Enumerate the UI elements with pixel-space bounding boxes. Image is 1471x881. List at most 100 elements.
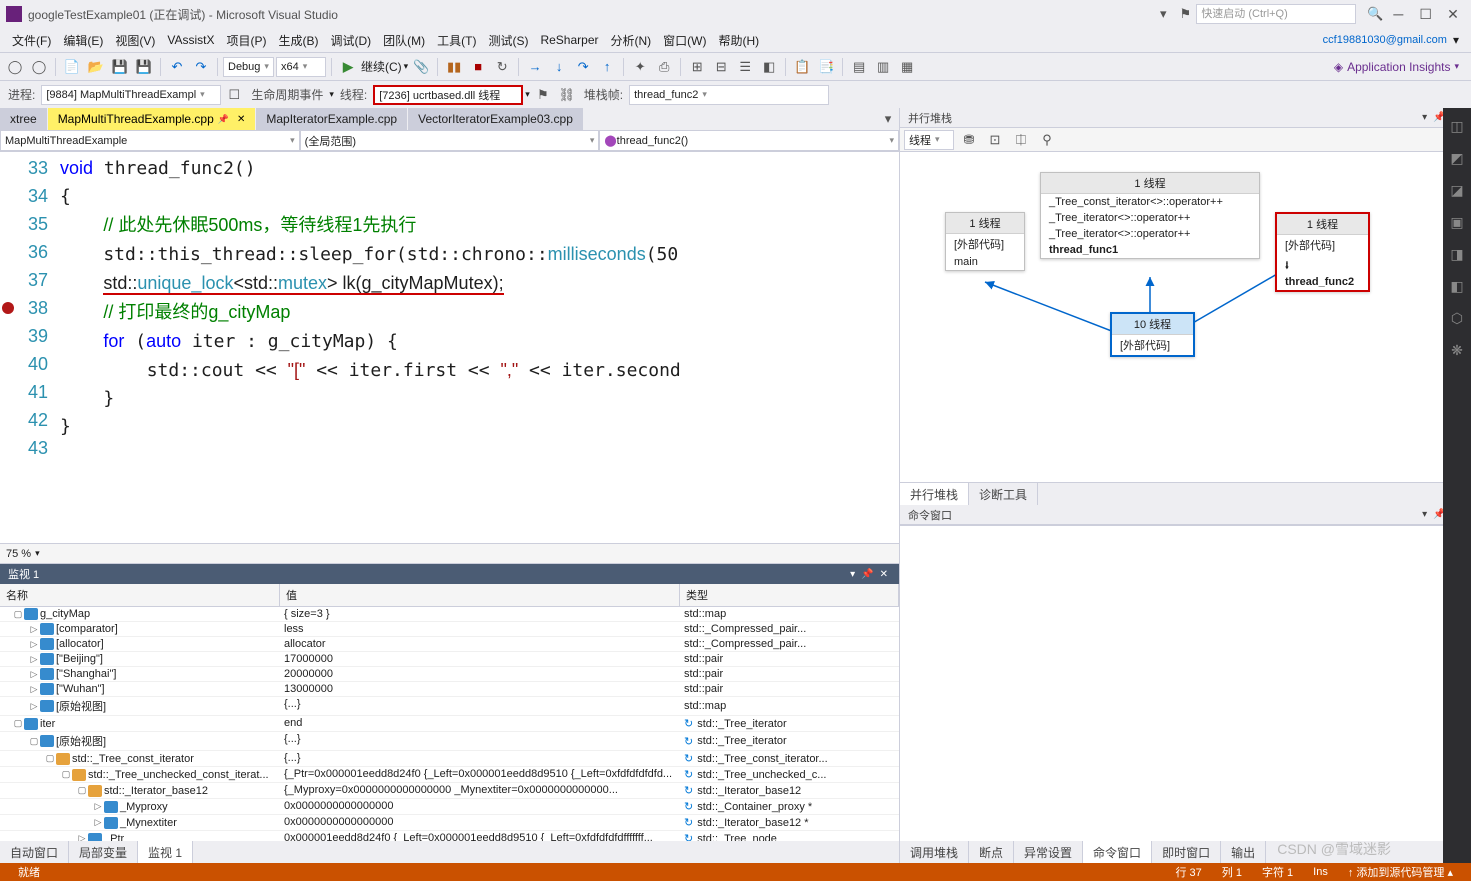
search-icon[interactable]: 🔍 xyxy=(1364,3,1386,25)
watch-row[interactable]: ▷["Beijing"]17000000std::pair xyxy=(0,652,899,667)
tab-watch1[interactable]: 监视 1 xyxy=(138,841,193,863)
menu-build[interactable]: 生成(B) xyxy=(272,30,324,51)
expand-icon[interactable]: ▷ xyxy=(92,801,104,812)
expand-icon[interactable]: ▷ xyxy=(92,817,104,828)
flag-icon[interactable]: ⚑ xyxy=(1174,3,1196,25)
pin-icon[interactable]: 📌 xyxy=(218,114,229,125)
watch-row[interactable]: ▷_Myproxy0x0000000000000000 ↻std::_Conta… xyxy=(0,799,899,815)
minimize-button[interactable]: ─ xyxy=(1386,6,1410,22)
attach-icon[interactable]: 📎 xyxy=(410,56,432,78)
command-window[interactable] xyxy=(900,525,1471,841)
refresh-icon[interactable]: ↻ xyxy=(684,800,693,813)
back-icon[interactable]: ◯ xyxy=(4,56,26,78)
breakpoint-icon[interactable] xyxy=(2,302,14,314)
tb-icon-i[interactable]: ▤ xyxy=(848,56,870,78)
stackframe-combo[interactable]: thread_func2 xyxy=(629,85,829,105)
ps-box-main[interactable]: 1 线程 [外部代码] main xyxy=(945,212,1025,271)
config-combo[interactable]: Debug xyxy=(223,57,274,77)
tb-icon-b[interactable]: ⎙ xyxy=(653,56,675,78)
redo-icon[interactable]: ↷ xyxy=(190,56,212,78)
side-icon-7[interactable]: ⬡ xyxy=(1447,310,1467,330)
user-email[interactable]: ccf19881030@gmail.com xyxy=(1323,34,1447,46)
watch-row[interactable]: ▢[原始视图]{...}↻std::_Tree_iterator xyxy=(0,732,899,751)
panel-dropdown-icon[interactable]: ▾ xyxy=(847,569,858,580)
close-button[interactable]: ✕ xyxy=(1441,6,1465,23)
status-source[interactable]: ↑ 添加到源代码管理 ▴ xyxy=(1338,864,1463,880)
expand-icon[interactable]: ▷ xyxy=(28,624,40,635)
ps-filter-icon[interactable]: ⛃ xyxy=(958,129,980,151)
expand-icon[interactable]: ▢ xyxy=(28,736,40,747)
rtab-parallel[interactable]: 并行堆栈 xyxy=(900,483,969,505)
ps-toggle-b-icon[interactable]: ⚲ xyxy=(1036,129,1058,151)
expand-icon[interactable]: ▷ xyxy=(28,654,40,665)
nav-scope[interactable]: MapMultiThreadExample xyxy=(0,130,300,151)
expand-icon[interactable]: ▢ xyxy=(12,718,24,729)
open-icon[interactable]: 📂 xyxy=(85,56,107,78)
continue-button[interactable]: ▶ xyxy=(337,56,359,78)
tab-mapmultithread[interactable]: MapMultiThreadExample.cpp📌✕ xyxy=(48,108,257,130)
cmd-title-bar[interactable]: 命令窗口 ▾ 📌 ✕ xyxy=(900,505,1471,525)
rtab-diagnostics[interactable]: 诊断工具 xyxy=(969,483,1038,505)
menu-team[interactable]: 团队(M) xyxy=(377,30,431,51)
side-icon-2[interactable]: ◩ xyxy=(1447,150,1467,170)
panel-dropdown-icon[interactable]: ▾ xyxy=(1419,509,1430,520)
pause-icon[interactable]: ▮▮ xyxy=(443,56,465,78)
menu-tools[interactable]: 工具(T) xyxy=(431,30,482,51)
ps-toggle-a-icon[interactable]: ⎅ xyxy=(1010,129,1032,151)
code-editor[interactable]: 3334353637383940414243 void thread_func2… xyxy=(0,152,899,543)
expand-icon[interactable]: ▷ xyxy=(76,833,88,841)
thread-combo[interactable]: [7236] ucrtbased.dll 线程 xyxy=(373,85,523,105)
rbtab-immediate[interactable]: 即时窗口 xyxy=(1152,841,1221,863)
menu-test[interactable]: 测试(S) xyxy=(482,30,534,51)
ps-box-pool[interactable]: 10 线程 [外部代码] xyxy=(1110,312,1195,357)
nav-region[interactable]: (全局范围) xyxy=(300,130,600,151)
restart-icon[interactable]: ↻ xyxy=(491,56,513,78)
step-over-icon[interactable]: ↷ xyxy=(572,56,594,78)
watch-row[interactable]: ▢iterend↻std::_Tree_iterator xyxy=(0,716,899,732)
platform-combo[interactable]: x64 xyxy=(276,57,326,77)
zoom-level[interactable]: 75 % xyxy=(6,548,31,560)
side-icon-8[interactable]: ❋ xyxy=(1447,342,1467,362)
app-insights-button[interactable]: ◈ Application Insights ▾ xyxy=(1334,60,1467,74)
refresh-icon[interactable]: ↻ xyxy=(684,832,693,841)
quick-launch-input[interactable]: 快速启动 (Ctrl+Q) xyxy=(1196,4,1356,24)
flag-filter-icon[interactable]: ⚑ xyxy=(532,84,554,106)
refresh-icon[interactable]: ↻ xyxy=(684,752,693,765)
col-type[interactable]: 类型 xyxy=(680,584,899,606)
tab-vectoriterator[interactable]: VectorIteratorExample03.cpp xyxy=(408,108,584,130)
watch-row[interactable]: ▷_Ptr0x000001eedd8d24f0 {_Left=0x000001e… xyxy=(0,831,899,841)
thread-icon[interactable]: ⛓ xyxy=(556,84,578,106)
refresh-icon[interactable]: ↻ xyxy=(684,784,693,797)
expand-icon[interactable]: ▷ xyxy=(28,639,40,650)
ps-box-thread1[interactable]: 1 线程 _Tree_const_iterator<>::operator++ … xyxy=(1040,172,1260,259)
watch-title-bar[interactable]: 监视 1 ▾ 📌 ✕ xyxy=(0,564,899,584)
tab-mapiterator[interactable]: MapIteratorExample.cpp xyxy=(256,108,408,130)
tab-dropdown-icon[interactable]: ▾ xyxy=(877,108,899,130)
nav-func[interactable]: ⬤ thread_func2() xyxy=(599,130,899,151)
maximize-button[interactable]: ☐ xyxy=(1414,6,1438,23)
side-icon-3[interactable]: ◪ xyxy=(1447,182,1467,202)
expand-icon[interactable]: ▷ xyxy=(28,669,40,680)
rbtab-cmd[interactable]: 命令窗口 xyxy=(1083,841,1152,863)
new-icon[interactable]: 📄 xyxy=(61,56,83,78)
watch-row[interactable]: ▢std::_Tree_const_iterator{...}↻std::_Tr… xyxy=(0,751,899,767)
expand-icon[interactable]: ▷ xyxy=(28,684,40,695)
save-icon[interactable]: 💾 xyxy=(109,56,131,78)
watch-row[interactable]: ▷[comparator]lessstd::_Compressed_pair..… xyxy=(0,622,899,637)
menu-edit[interactable]: 编辑(E) xyxy=(57,30,109,51)
side-icon-1[interactable]: ◫ xyxy=(1447,118,1467,138)
tb-icon-f[interactable]: ◧ xyxy=(758,56,780,78)
expand-icon[interactable]: ▢ xyxy=(60,769,72,780)
watch-row[interactable]: ▷[原始视图]{...}std::map xyxy=(0,697,899,716)
side-icon-4[interactable]: ▣ xyxy=(1447,214,1467,234)
tb-icon-c[interactable]: ⊞ xyxy=(686,56,708,78)
rbtab-output[interactable]: 输出 xyxy=(1221,841,1266,863)
watch-row[interactable]: ▷_Mynextiter0x0000000000000000 ↻std::_It… xyxy=(0,815,899,831)
expand-icon[interactable]: ▷ xyxy=(28,701,40,712)
tb-icon-a[interactable]: ✦ xyxy=(629,56,651,78)
tab-locals[interactable]: 局部变量 xyxy=(69,841,138,863)
tb-icon-j[interactable]: ▥ xyxy=(872,56,894,78)
watch-row[interactable]: ▢std::_Iterator_base12{_Myproxy=0x000000… xyxy=(0,783,899,799)
menu-file[interactable]: 文件(F) xyxy=(6,30,57,51)
rbtab-callstack[interactable]: 调用堆栈 xyxy=(900,841,969,863)
